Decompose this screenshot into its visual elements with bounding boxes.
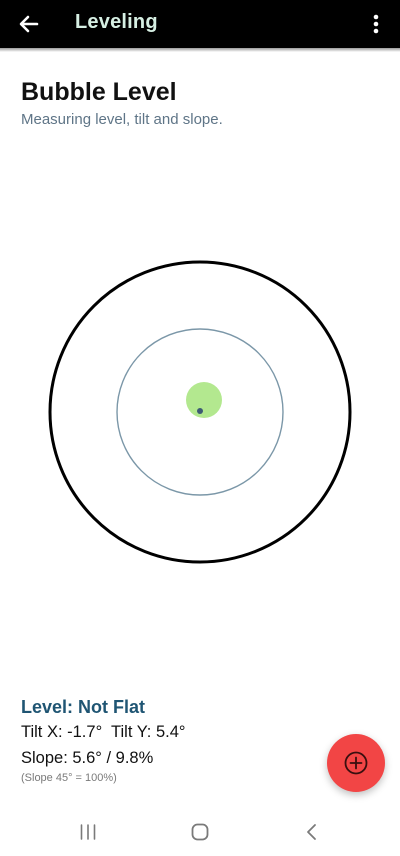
recents-icon <box>80 824 96 840</box>
home-icon <box>191 823 209 841</box>
add-button[interactable] <box>327 734 385 792</box>
bubble-level-gauge <box>48 260 352 564</box>
back-button[interactable] <box>14 9 44 39</box>
home-button[interactable] <box>180 818 220 846</box>
overflow-menu-button[interactable] <box>364 9 388 39</box>
app-title: Leveling <box>75 11 158 33</box>
app-bar-shadow <box>0 48 400 52</box>
level-status: Level: Not Flat <box>21 697 146 717</box>
add-circle-icon <box>344 751 368 775</box>
more-vertical-icon <box>373 14 379 34</box>
page-title: Bubble Level <box>21 78 177 106</box>
system-nav-bar <box>0 808 400 856</box>
page-subtitle: Measuring level, tilt and slope. <box>21 111 223 128</box>
center-dot <box>197 408 203 414</box>
back-chevron-icon <box>307 824 316 840</box>
slope-readout: Slope: 5.6° / 9.8% <box>21 749 154 767</box>
nav-back-button[interactable] <box>292 818 332 846</box>
recents-button[interactable] <box>68 818 108 846</box>
slope-note: (Slope 45° = 100%) <box>21 772 117 784</box>
bubble <box>186 382 222 418</box>
arrow-left-icon <box>19 15 39 33</box>
tilt-readout: Tilt X: -1.7° Tilt Y: 5.4° <box>21 723 186 741</box>
app-bar: Leveling <box>0 0 400 48</box>
